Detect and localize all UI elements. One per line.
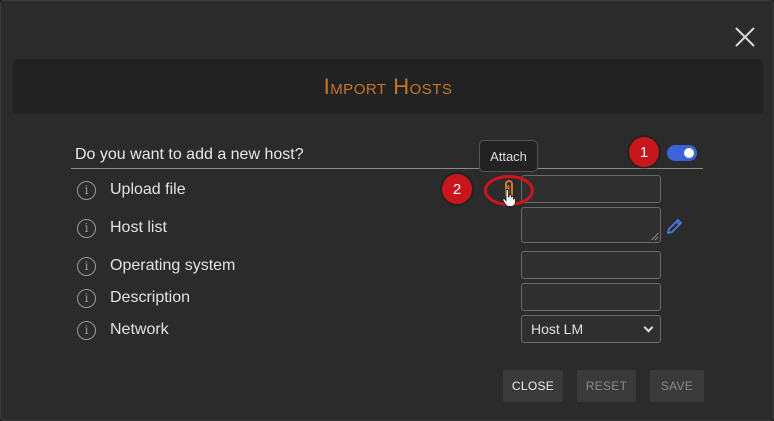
- attach-tooltip: Attach: [479, 140, 538, 172]
- host-list-label: Host list: [110, 219, 167, 236]
- divider: [71, 168, 703, 169]
- host-list-textarea[interactable]: [521, 207, 661, 243]
- step-badge-2: 2: [442, 174, 472, 204]
- row-description: i Description: [77, 287, 190, 309]
- save-button[interactable]: SAVE: [650, 370, 704, 402]
- operating-system-input[interactable]: [521, 251, 661, 279]
- chevron-down-icon: [643, 322, 654, 332]
- info-icon: i: [77, 288, 96, 308]
- add-host-question: Do you want to add a new host?: [75, 146, 304, 163]
- network-label: Network: [110, 321, 169, 338]
- info-icon: i: [77, 320, 96, 340]
- operating-system-label: Operating system: [110, 257, 236, 274]
- row-network: i Network: [77, 319, 169, 341]
- import-hosts-dialog: Import Hosts Do you want to add a new ho…: [0, 0, 774, 421]
- dialog-title: Import Hosts: [323, 73, 453, 99]
- close-button[interactable]: CLOSE: [503, 370, 563, 402]
- upload-file-label: Upload file: [110, 181, 186, 198]
- dialog-header: Import Hosts: [13, 59, 763, 114]
- info-icon: i: [77, 218, 96, 238]
- row-operating-system: i Operating system: [77, 255, 235, 277]
- network-select[interactable]: Host LM: [521, 315, 661, 343]
- info-icon: i: [77, 256, 96, 276]
- upload-file-field[interactable]: [521, 175, 661, 203]
- description-label: Description: [110, 289, 191, 306]
- description-input[interactable]: [521, 283, 661, 311]
- row-upload-file: i Upload file: [77, 179, 186, 201]
- toggle-knob: [684, 148, 694, 158]
- resize-handle[interactable]: [650, 232, 658, 240]
- network-selected-value: Host LM: [531, 321, 584, 337]
- step-badge-1: 1: [629, 137, 659, 167]
- close-icon[interactable]: [734, 26, 756, 48]
- pencil-icon[interactable]: [665, 216, 685, 236]
- reset-button[interactable]: RESET: [577, 370, 636, 402]
- hand-pointer-icon: [502, 189, 516, 207]
- add-host-toggle[interactable]: [667, 145, 697, 161]
- row-host-list: i Host list: [77, 217, 167, 239]
- info-icon: i: [77, 180, 96, 200]
